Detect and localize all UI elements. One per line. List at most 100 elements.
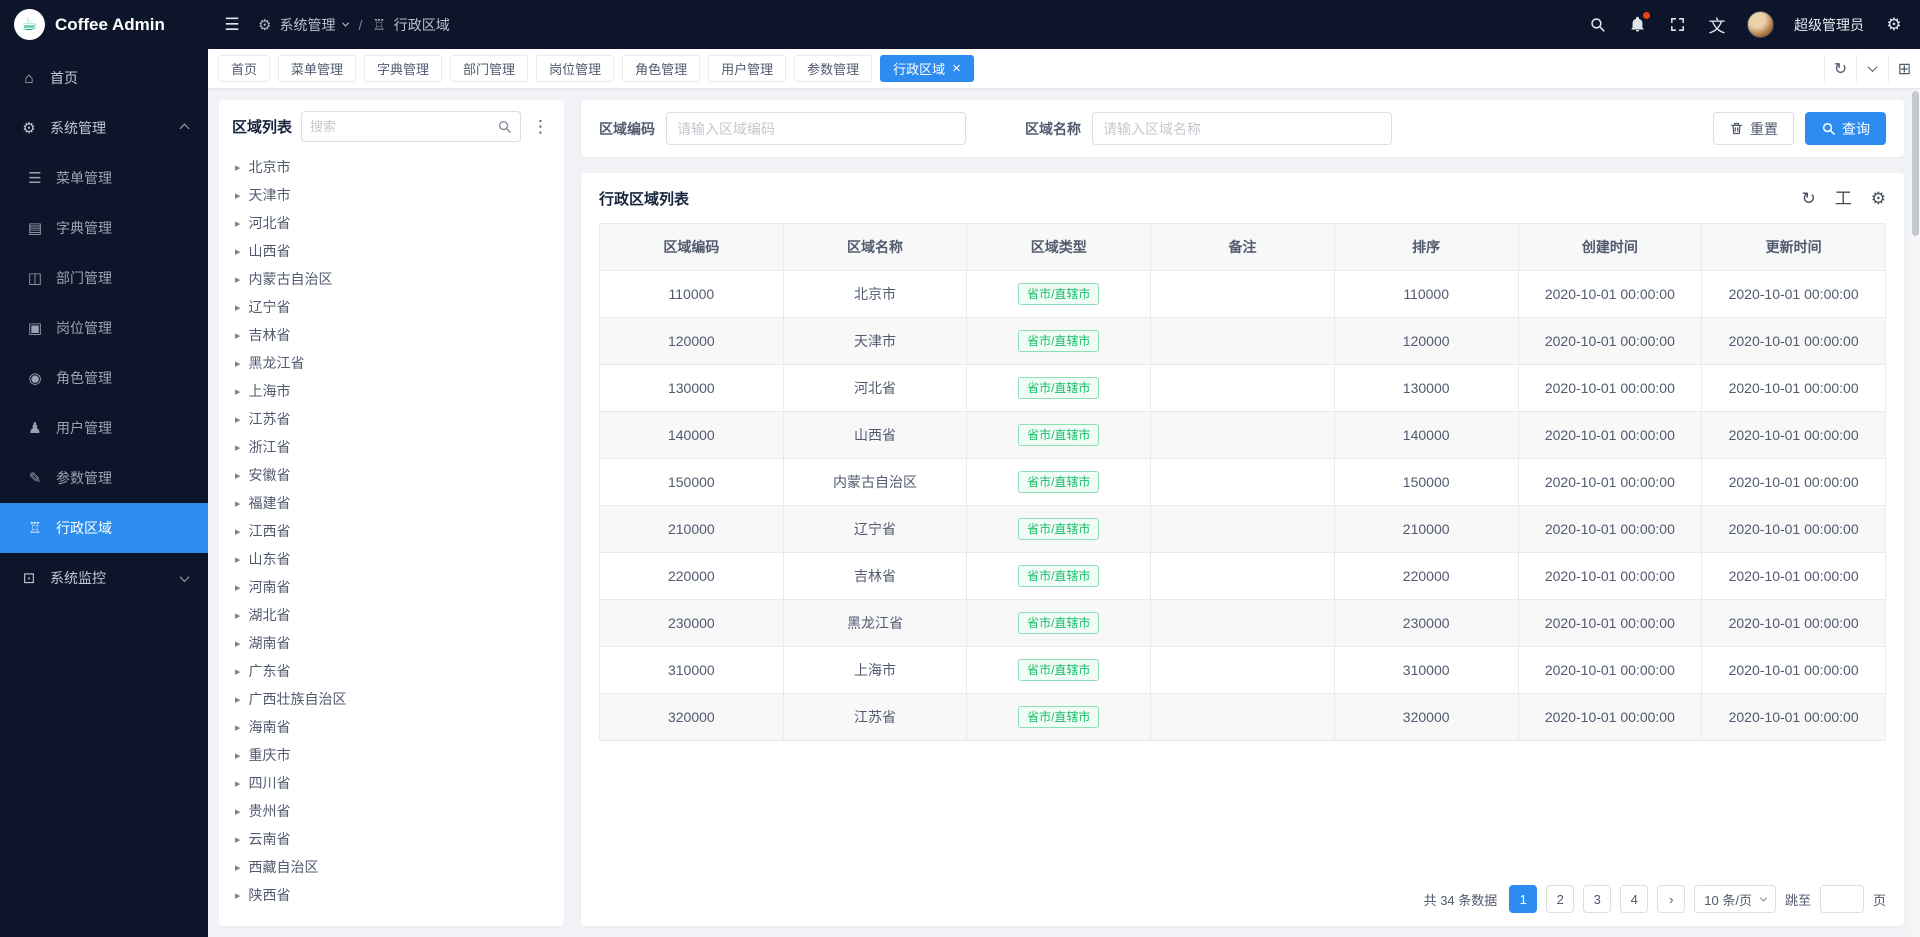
caret-right-icon[interactable]: ▸	[235, 693, 241, 706]
caret-right-icon[interactable]: ▸	[235, 861, 241, 874]
tab-dept-management[interactable]: 部门管理	[450, 55, 528, 82]
tree-item[interactable]: ▸甘肃省	[232, 909, 551, 915]
caret-right-icon[interactable]: ▸	[235, 245, 241, 258]
tree-item[interactable]: ▸吉林省	[232, 321, 551, 349]
sidebar-item-system-management[interactable]: ⚙系统管理	[0, 103, 208, 153]
density-icon[interactable]: 工	[1835, 190, 1852, 207]
caret-right-icon[interactable]: ▸	[235, 469, 241, 482]
tab-user-management[interactable]: 用户管理	[708, 55, 786, 82]
tree-item[interactable]: ▸河南省	[232, 573, 551, 601]
page-size-select[interactable]: 10 条/页	[1694, 885, 1776, 913]
tree-item[interactable]: ▸浙江省	[232, 433, 551, 461]
tree-item[interactable]: ▸湖北省	[232, 601, 551, 629]
tree-item[interactable]: ▸云南省	[232, 825, 551, 853]
tree-search-box[interactable]	[301, 111, 521, 142]
breadcrumb-section[interactable]: 系统管理	[279, 15, 335, 35]
tree-item[interactable]: ▸重庆市	[232, 741, 551, 769]
caret-right-icon[interactable]: ▸	[235, 637, 241, 650]
tree-item[interactable]: ▸内蒙古自治区	[232, 265, 551, 293]
jump-page-input[interactable]	[1820, 885, 1864, 913]
caret-right-icon[interactable]: ▸	[235, 721, 241, 734]
tree-item[interactable]: ▸辽宁省	[232, 293, 551, 321]
scrollbar-thumb[interactable]	[1912, 91, 1919, 236]
tree-item[interactable]: ▸贵州省	[232, 797, 551, 825]
tree-item[interactable]: ▸广东省	[232, 657, 551, 685]
translate-icon[interactable]: 文	[1707, 14, 1727, 36]
reset-button[interactable]: 重置	[1713, 112, 1794, 145]
tree-item[interactable]: ▸广西壮族自治区	[232, 685, 551, 713]
tree-item[interactable]: ▸山西省	[232, 237, 551, 265]
sidebar-item-post-management[interactable]: ▣岗位管理	[0, 303, 208, 353]
sidebar-item-role-management[interactable]: ◉角色管理	[0, 353, 208, 403]
more-options-icon[interactable]: ⋮	[530, 117, 551, 137]
tab-home[interactable]: 首页	[218, 55, 270, 82]
menu-fold-icon[interactable]: ☰	[222, 14, 242, 36]
tree-item[interactable]: ▸天津市	[232, 181, 551, 209]
region-code-input[interactable]	[666, 112, 966, 145]
caret-right-icon[interactable]: ▸	[235, 833, 241, 846]
search-button[interactable]: 查询	[1805, 112, 1886, 145]
tree-item[interactable]: ▸北京市	[232, 153, 551, 181]
tab-options-icon[interactable]	[1856, 55, 1888, 82]
tree-item[interactable]: ▸上海市	[232, 377, 551, 405]
sidebar-item-home[interactable]: ⌂首页	[0, 53, 208, 103]
fullscreen-icon[interactable]	[1667, 14, 1687, 36]
caret-right-icon[interactable]: ▸	[235, 581, 241, 594]
next-page-button[interactable]: ›	[1657, 885, 1685, 913]
sidebar-item-system-monitor[interactable]: ⊡系统监控	[0, 553, 208, 603]
page-button-2[interactable]: 2	[1546, 885, 1574, 913]
page-button-3[interactable]: 3	[1583, 885, 1611, 913]
table-row[interactable]: 150000内蒙古自治区省市/直辖市1500002020-10-01 00:00…	[600, 459, 1886, 506]
tab-post-management[interactable]: 岗位管理	[536, 55, 614, 82]
page-scrollbar[interactable]	[1911, 90, 1920, 937]
tree-item[interactable]: ▸江苏省	[232, 405, 551, 433]
sidebar-item-param-management[interactable]: ✎参数管理	[0, 453, 208, 503]
table-row[interactable]: 230000黑龙江省省市/直辖市2300002020-10-01 00:00:0…	[600, 600, 1886, 647]
tree-item[interactable]: ▸四川省	[232, 769, 551, 797]
avatar[interactable]	[1747, 11, 1774, 38]
sidebar-item-user-management[interactable]: ♟用户管理	[0, 403, 208, 453]
tree-item[interactable]: ▸陕西省	[232, 881, 551, 909]
column-settings-icon[interactable]: ⚙	[1871, 190, 1886, 207]
search-icon[interactable]	[1587, 14, 1607, 36]
tree-search-input[interactable]	[310, 119, 491, 134]
layout-toggle-icon[interactable]: ⊞	[1888, 55, 1920, 82]
caret-right-icon[interactable]: ▸	[235, 217, 241, 230]
caret-right-icon[interactable]: ▸	[235, 553, 241, 566]
caret-right-icon[interactable]: ▸	[235, 357, 241, 370]
caret-right-icon[interactable]: ▸	[235, 497, 241, 510]
caret-right-icon[interactable]: ▸	[235, 889, 241, 902]
table-row[interactable]: 210000辽宁省省市/直辖市2100002020-10-01 00:00:00…	[600, 506, 1886, 553]
tab-admin-region[interactable]: 行政区域×	[880, 55, 974, 82]
tab-param-management[interactable]: 参数管理	[794, 55, 872, 82]
tree-item[interactable]: ▸山东省	[232, 545, 551, 573]
caret-right-icon[interactable]: ▸	[235, 441, 241, 454]
caret-right-icon[interactable]: ▸	[235, 805, 241, 818]
table-row[interactable]: 110000北京市省市/直辖市1100002020-10-01 00:00:00…	[600, 271, 1886, 318]
table-row[interactable]: 130000河北省省市/直辖市1300002020-10-01 00:00:00…	[600, 365, 1886, 412]
tab-dict-management[interactable]: 字典管理	[364, 55, 442, 82]
tree-item[interactable]: ▸黑龙江省	[232, 349, 551, 377]
bell-icon[interactable]	[1627, 14, 1647, 36]
tab-menu-management[interactable]: 菜单管理	[278, 55, 356, 82]
refresh-table-icon[interactable]: ↻	[1802, 190, 1816, 207]
table-row[interactable]: 120000天津市省市/直辖市1200002020-10-01 00:00:00…	[600, 318, 1886, 365]
table-row[interactable]: 310000上海市省市/直辖市3100002020-10-01 00:00:00…	[600, 647, 1886, 694]
tree-item[interactable]: ▸湖南省	[232, 629, 551, 657]
caret-right-icon[interactable]: ▸	[235, 189, 241, 202]
tree-item[interactable]: ▸安徽省	[232, 461, 551, 489]
region-name-input[interactable]	[1092, 112, 1392, 145]
user-name[interactable]: 超级管理员	[1794, 15, 1864, 35]
tree-item[interactable]: ▸江西省	[232, 517, 551, 545]
sidebar-item-dept-management[interactable]: ◫部门管理	[0, 253, 208, 303]
settings-gear-icon[interactable]: ⚙	[1884, 14, 1904, 36]
caret-right-icon[interactable]: ▸	[235, 161, 241, 174]
page-button-1[interactable]: 1	[1509, 885, 1537, 913]
caret-right-icon[interactable]: ▸	[235, 385, 241, 398]
tree-item[interactable]: ▸福建省	[232, 489, 551, 517]
tree-item[interactable]: ▸西藏自治区	[232, 853, 551, 881]
caret-right-icon[interactable]: ▸	[235, 329, 241, 342]
table-row[interactable]: 320000江苏省省市/直辖市3200002020-10-01 00:00:00…	[600, 694, 1886, 741]
caret-right-icon[interactable]: ▸	[235, 777, 241, 790]
caret-right-icon[interactable]: ▸	[235, 749, 241, 762]
